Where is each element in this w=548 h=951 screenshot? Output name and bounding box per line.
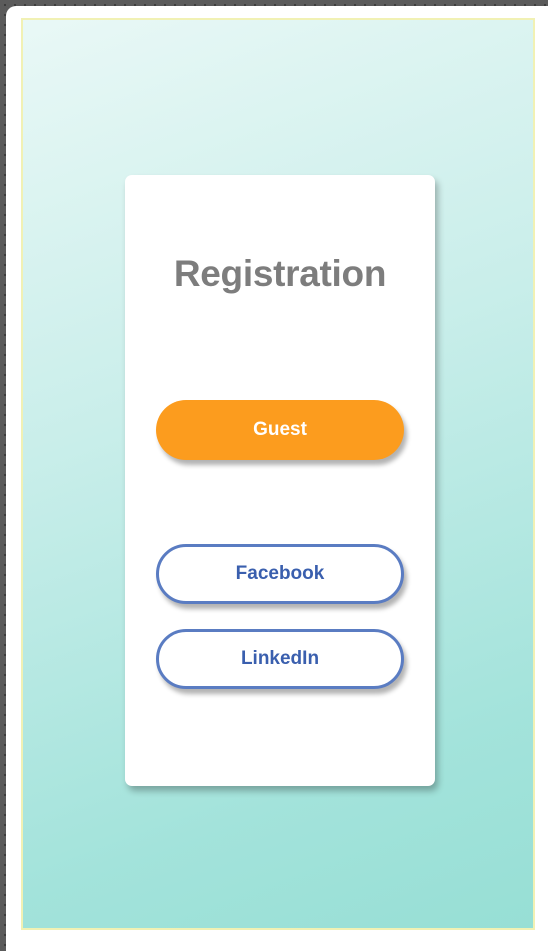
facebook-button[interactable]: Facebook [156, 544, 404, 604]
linkedin-button[interactable]: LinkedIn [156, 629, 404, 689]
guest-button[interactable]: Guest [156, 400, 404, 460]
registration-card: Registration Guest Facebook LinkedIn [125, 175, 435, 786]
page-title: Registration [173, 253, 387, 294]
device-frame: Registration Guest Facebook LinkedIn [6, 6, 548, 951]
app-screen: Registration Guest Facebook LinkedIn [21, 18, 535, 930]
